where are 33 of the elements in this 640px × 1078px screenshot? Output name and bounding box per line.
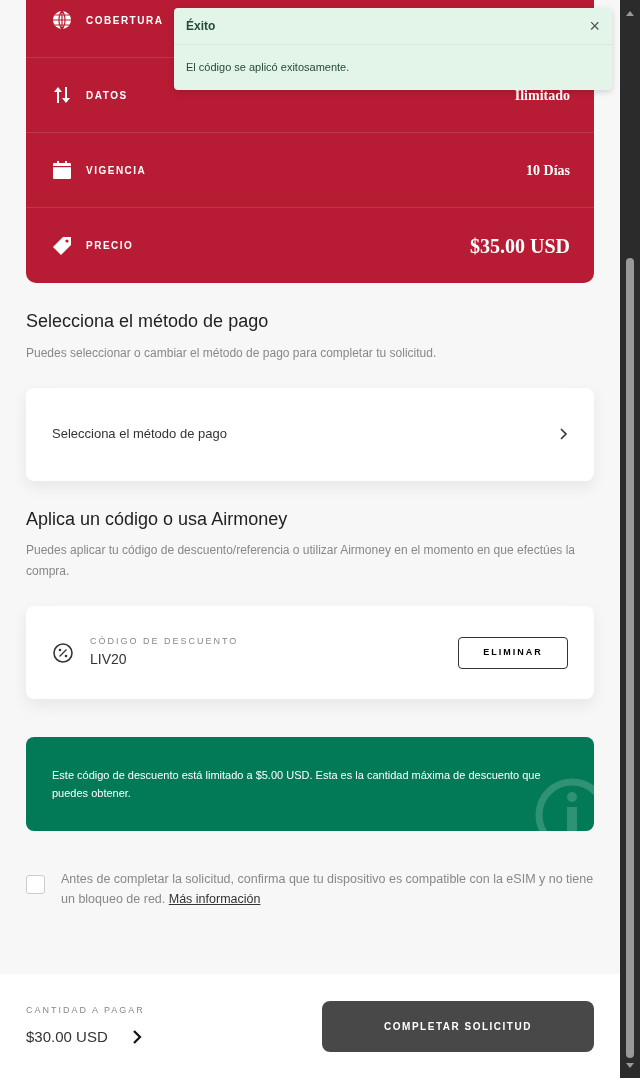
amount-label: CANTIDAD A PAGAR [26, 1004, 145, 1017]
detail-value: $35.00 USD [470, 233, 570, 259]
calendar-icon [52, 160, 72, 180]
section-heading: Selecciona el método de pago [26, 311, 270, 333]
toast-message: El código se aplicó exitosamente. [185, 60, 351, 75]
section-heading: Aplica un código o usa Airmoney [26, 508, 289, 531]
detail-label: PRECIO [86, 239, 134, 253]
detail-value: Ilimitado [514, 86, 570, 105]
close-button[interactable]: × [589, 17, 600, 35]
code-value: LIV20 [90, 649, 128, 669]
amount-value: $30.00 USD [26, 1026, 108, 1047]
more-info-link[interactable]: Más información [168, 892, 261, 907]
detail-value: 10 Días [526, 161, 570, 180]
percent-badge-icon [52, 641, 74, 664]
globe-icon [52, 10, 72, 30]
chevron-right-icon [558, 428, 568, 441]
payment-method-selector[interactable]: Selecciona el método de pago [26, 387, 594, 481]
tag-icon [52, 235, 72, 256]
detail-label: VIGENCIA [86, 163, 147, 178]
remove-button[interactable]: ELIMINAR [458, 636, 568, 669]
detail-label: COBERTURA [86, 13, 164, 28]
field-label: CÓDIGO DE DESCUENTO [90, 635, 239, 649]
toast-title: Éxito [186, 17, 216, 35]
section-description: Puedes seleccionar o cambiar el método de pago para completar tu solicitud. [26, 344, 438, 362]
chevron-right-icon[interactable] [131, 1028, 142, 1045]
section-description: Puedes aplicar tu código de descuento/referencia o utilizar Airmoney en el momento en que efectúes la compra. [26, 542, 576, 581]
submit-button[interactable]: COMPLETAR SOLICITUD [322, 1000, 594, 1052]
agreement-text: Antes de completar la solicitud, confirma que tu dispositivo es compatible con la eSIM y no tiene un bloqueo de red. Más información [61, 871, 594, 909]
arrows-up-down-icon [52, 85, 72, 105]
checkbox[interactable] [26, 875, 45, 895]
selector-label: Selecciona el método de pago [52, 425, 227, 444]
alert-text: Este código de descuento está limitado a $5.00 USD. Esta es la cantidad máxima de descuento que puedes obtener. [52, 768, 542, 802]
detail-label: DATOS [86, 88, 128, 103]
